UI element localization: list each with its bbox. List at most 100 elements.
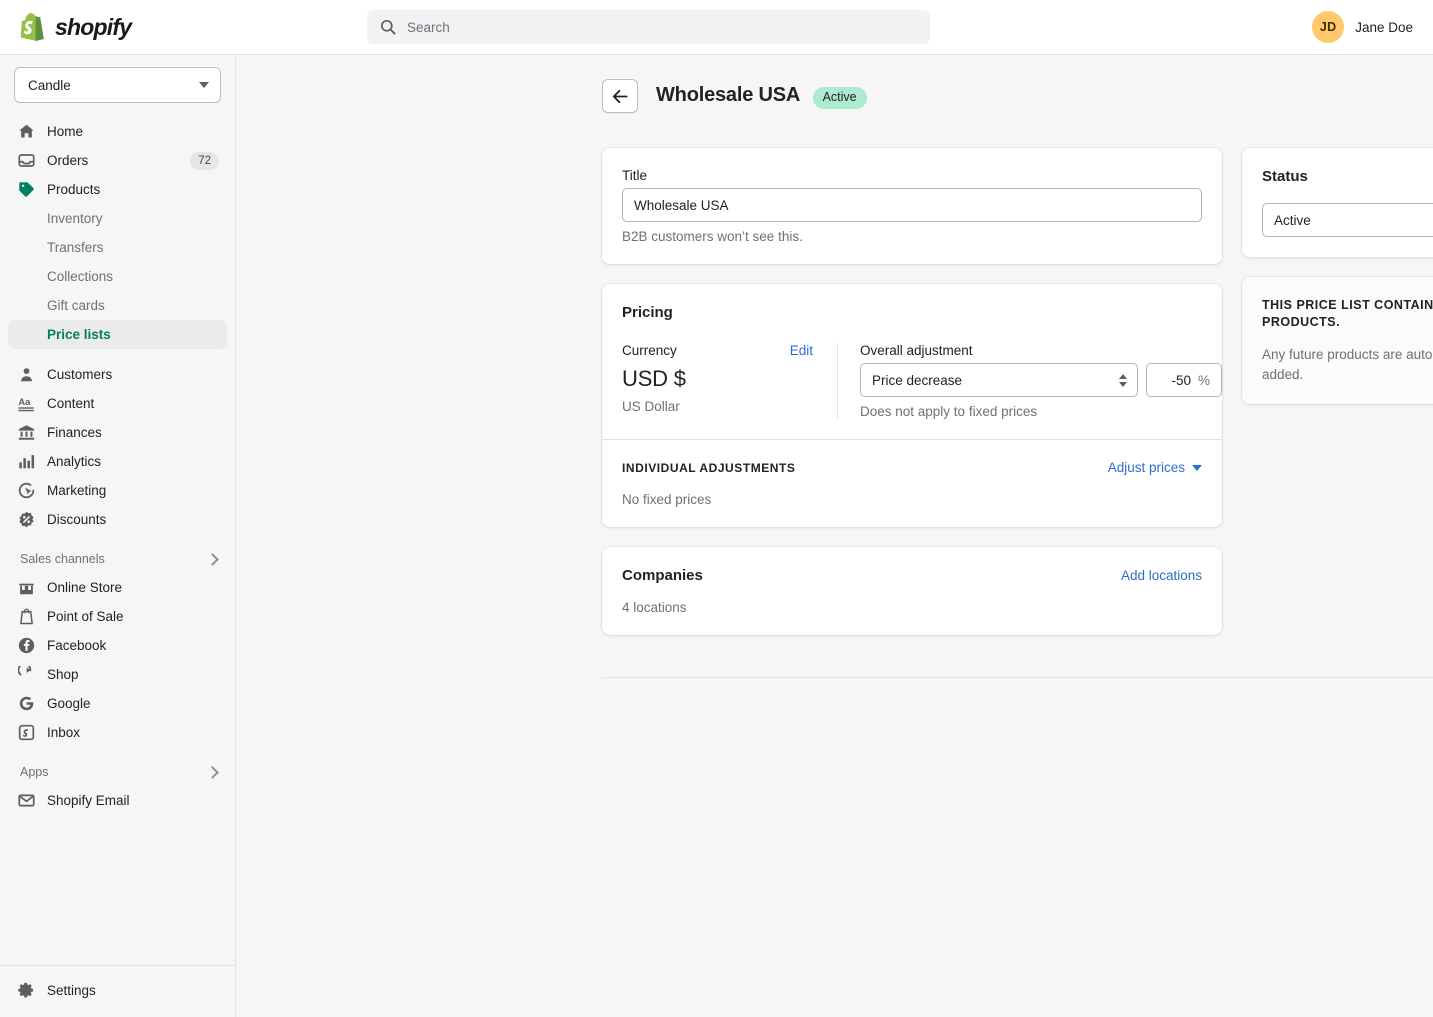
search-input[interactable]: Search xyxy=(367,10,930,44)
discounts-badge-icon xyxy=(16,510,36,530)
sidebar-item-google[interactable]: Google xyxy=(8,689,227,718)
sidebar-item-inbox[interactable]: Inbox xyxy=(8,718,227,747)
status-select[interactable]: Active xyxy=(1262,203,1433,237)
sales-channels-label: Sales channels xyxy=(20,552,105,566)
adjustment-value-input[interactable]: -50 % xyxy=(1146,363,1222,397)
chevron-right-icon xyxy=(206,553,219,566)
primary-nav: Home Orders 72 Products Inventory xyxy=(0,117,235,815)
pricing-heading: Pricing xyxy=(622,304,1202,321)
status-card-body: Status Active xyxy=(1242,148,1433,257)
sidebar-item-facebook[interactable]: Facebook xyxy=(8,631,227,660)
add-locations-link[interactable]: Add locations xyxy=(1121,568,1202,583)
companies-card-body: Companies Add locations 4 locations xyxy=(602,547,1222,635)
sidebar-item-home[interactable]: Home xyxy=(8,117,227,146)
storefront-icon xyxy=(16,578,36,598)
content-icon: Aa xyxy=(16,394,36,414)
info-card-body: Any future products are automatically ad… xyxy=(1262,345,1433,384)
apps-header[interactable]: Apps xyxy=(8,758,227,786)
shopify-bag-icon xyxy=(20,13,46,41)
sidebar-item-analytics[interactable]: Analytics xyxy=(8,447,227,476)
pricing-row: Currency Edit USD $ US Dollar Overall ad… xyxy=(622,343,1202,419)
pricing-card-body: Pricing Currency Edit USD $ US Dollar xyxy=(602,284,1222,439)
adjust-prices-menu[interactable]: Adjust prices xyxy=(1108,460,1202,475)
sidebar-item-content[interactable]: Aa Content xyxy=(8,389,227,418)
sidebar-item-settings[interactable]: Settings xyxy=(8,976,227,1005)
currency-header: Currency Edit xyxy=(622,343,813,358)
sidebar-subitem-transfers[interactable]: Transfers xyxy=(8,233,227,262)
page-header: Wholesale USA Active xyxy=(602,79,1433,113)
currency-code: USD $ xyxy=(622,366,813,392)
status-card: Status Active xyxy=(1242,148,1433,257)
store-switcher[interactable]: Candle xyxy=(14,67,221,103)
marketing-target-icon xyxy=(16,481,36,501)
title-help-text: B2B customers won’t see this. xyxy=(622,229,1202,244)
title-input[interactable] xyxy=(622,188,1202,222)
primary-column: Title B2B customers won’t see this. Pric… xyxy=(602,148,1222,655)
facebook-icon xyxy=(16,636,36,656)
sidebar-item-label: Google xyxy=(47,696,91,711)
orders-count-badge: 72 xyxy=(190,152,219,170)
sidebar-item-label: Marketing xyxy=(47,483,106,498)
adjustment-row: Price decrease -50 xyxy=(860,363,1222,397)
individual-adjustments-header: INDIVIDUAL ADJUSTMENTS Adjust prices xyxy=(622,460,1202,475)
sidebar-item-label: Orders xyxy=(47,153,88,168)
adjustment-type-select[interactable]: Price decrease xyxy=(860,363,1138,397)
individual-adjustments-section: INDIVIDUAL ADJUSTMENTS Adjust prices No … xyxy=(602,440,1222,527)
sidebar-item-label: Shop xyxy=(47,667,79,682)
top-bar: shopify Search JD Jane Doe xyxy=(0,0,1433,55)
triangle-down-icon xyxy=(1119,382,1127,387)
sidebar-item-point-of-sale[interactable]: Point of Sale xyxy=(8,602,227,631)
sidebar-item-label: Point of Sale xyxy=(47,609,124,624)
locations-count: 4 locations xyxy=(622,600,1202,615)
percent-suffix: % xyxy=(1198,373,1210,388)
nav-spacer xyxy=(0,534,235,545)
sidebar-item-shop[interactable]: Shop xyxy=(8,660,227,689)
nav-spacer xyxy=(0,349,235,360)
sidebar-item-discounts[interactable]: Discounts xyxy=(8,505,227,534)
sidebar-item-finances[interactable]: Finances xyxy=(8,418,227,447)
sidebar-item-products[interactable]: Products xyxy=(8,175,227,204)
sidebar-item-online-store[interactable]: Online Store xyxy=(8,573,227,602)
sidebar-item-label: Customers xyxy=(47,367,112,382)
sidebar-item-label: Content xyxy=(47,396,94,411)
sidebar-item-label: Settings xyxy=(47,983,96,998)
shopify-logo[interactable]: shopify xyxy=(0,13,236,41)
edit-currency-link[interactable]: Edit xyxy=(790,343,813,358)
chevron-right-icon xyxy=(206,766,219,779)
sidebar-item-marketing[interactable]: Marketing xyxy=(8,476,227,505)
triangle-up-icon xyxy=(1119,374,1127,379)
customers-icon xyxy=(16,365,36,385)
sidebar-item-customers[interactable]: Customers xyxy=(8,360,227,389)
adjustment-value: -50 xyxy=(1171,373,1191,388)
back-button[interactable] xyxy=(602,79,638,113)
individual-adjustments-title: INDIVIDUAL ADJUSTMENTS xyxy=(622,461,795,475)
sidebar-subitem-gift-cards[interactable]: Gift cards xyxy=(8,291,227,320)
nav-spacer xyxy=(0,747,235,758)
sidebar-item-shopify-email[interactable]: Shopify Email xyxy=(8,786,227,815)
sales-channels-header[interactable]: Sales channels xyxy=(8,545,227,573)
sidebar-item-label: Facebook xyxy=(47,638,106,653)
products-tag-icon xyxy=(16,180,36,200)
sidebar-subitem-collections[interactable]: Collections xyxy=(8,262,227,291)
settings-section: Settings xyxy=(0,965,235,1017)
user-menu[interactable]: JD Jane Doe xyxy=(1312,11,1413,43)
chevron-down-icon xyxy=(199,82,209,88)
sidebar-subitem-price-lists[interactable]: Price lists xyxy=(8,320,227,349)
inbox-icon xyxy=(16,723,36,743)
page-title: Wholesale USA xyxy=(656,84,800,106)
title-card-body: Title B2B customers won’t see this. xyxy=(602,148,1222,264)
sidebar-subitem-inventory[interactable]: Inventory xyxy=(8,204,227,233)
sidebar-item-label: Home xyxy=(47,124,83,139)
two-column-layout: Title B2B customers won’t see this. Pric… xyxy=(602,148,1433,655)
chevron-down-icon xyxy=(1192,465,1202,471)
adjustment-label: Overall adjustment xyxy=(860,343,1222,358)
main-content: Wholesale USA Active Title B2B customers… xyxy=(236,55,1433,1017)
email-icon xyxy=(16,791,36,811)
footer-divider xyxy=(602,677,1433,678)
pricing-card: Pricing Currency Edit USD $ US Dollar xyxy=(602,284,1222,527)
sidebar-subitem-label: Gift cards xyxy=(47,298,105,313)
sidebar-item-orders[interactable]: Orders 72 xyxy=(8,146,227,175)
sidebar-item-label: Finances xyxy=(47,425,102,440)
avatar: JD xyxy=(1312,11,1344,43)
app-root: shopify Search JD Jane Doe Candle xyxy=(0,0,1433,1017)
